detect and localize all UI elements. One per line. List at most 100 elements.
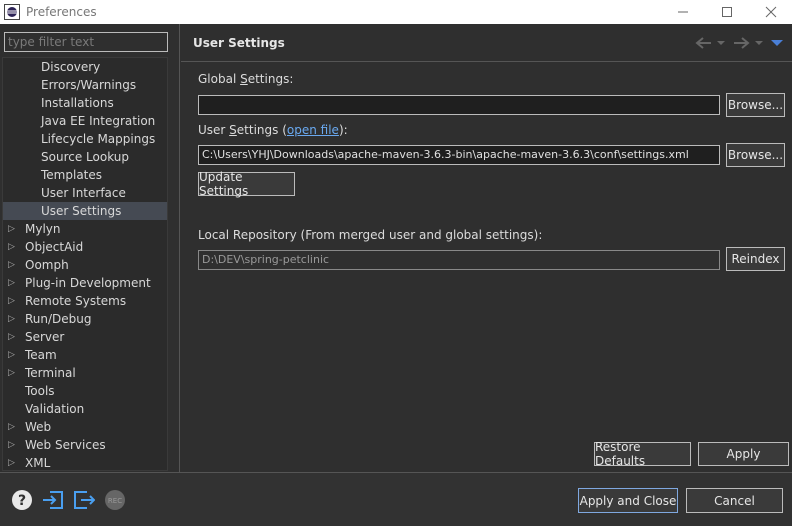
user-settings-field[interactable]: C:\Users\YHJ\Downloads\apache-maven-3.6.… xyxy=(198,145,720,165)
close-button[interactable] xyxy=(748,0,792,24)
tree-item[interactable]: Validation xyxy=(3,400,167,418)
expand-arrow-icon[interactable]: ▷ xyxy=(8,328,15,346)
minimize-icon xyxy=(678,11,688,13)
close-icon xyxy=(765,6,777,18)
tree-item[interactable]: ▷ Remote Systems xyxy=(3,292,167,310)
reindex-button[interactable]: Reindex xyxy=(726,247,785,271)
tree-item[interactable]: ▷ XML xyxy=(3,454,167,470)
restore-defaults-button[interactable]: Restore Defaults xyxy=(594,440,691,468)
tree-item-label: Plug-in Development xyxy=(25,276,151,290)
user-browse-button[interactable]: Browse... xyxy=(726,143,785,167)
global-browse-button[interactable]: Browse... xyxy=(726,93,785,117)
expand-arrow-icon[interactable]: ▷ xyxy=(8,256,15,274)
tree-item[interactable]: Templates xyxy=(3,166,167,184)
tree-item[interactable]: Discovery xyxy=(3,58,167,76)
expand-arrow-icon[interactable]: ▷ xyxy=(8,310,15,328)
export-icon xyxy=(74,491,95,509)
tree-item-label: Web xyxy=(25,420,52,434)
apply-button[interactable]: Apply xyxy=(698,442,789,466)
tree-item-label: Terminal xyxy=(25,366,76,380)
settings-page: User Settings Global Settings: Browse...… xyxy=(181,24,792,472)
import-button[interactable] xyxy=(42,489,64,511)
tree-item[interactable]: User Interface xyxy=(3,184,167,202)
svg-text:REC: REC xyxy=(108,497,122,505)
tree-item-label: Discovery xyxy=(41,60,101,74)
view-menu-button[interactable] xyxy=(771,34,783,52)
user-settings-label: User Settings (open file): xyxy=(198,123,348,137)
expand-arrow-icon[interactable]: ▷ xyxy=(8,238,15,256)
tree-item-label: Validation xyxy=(25,402,85,416)
local-repository-field: D:\DEV\spring-petclinic xyxy=(198,250,720,270)
cancel-button[interactable]: Cancel xyxy=(686,488,783,513)
maximize-button[interactable] xyxy=(704,0,750,24)
tree-scrollbar[interactable] xyxy=(169,57,179,471)
chevron-down-icon xyxy=(755,41,763,45)
page-title: User Settings xyxy=(193,36,285,50)
back-arrow-icon xyxy=(695,37,711,49)
tree-item-label: Java EE Integration xyxy=(41,114,156,128)
forward-button[interactable] xyxy=(732,34,750,52)
record-icon: REC xyxy=(105,490,125,510)
tree-item[interactable]: ▷ Oomph xyxy=(3,256,167,274)
expand-arrow-icon[interactable]: ▷ xyxy=(8,436,15,454)
global-settings-field[interactable] xyxy=(198,95,720,115)
tree-item-label: Tools xyxy=(25,384,55,398)
tree-item[interactable]: ▷ Web Services xyxy=(3,436,167,454)
filter-input[interactable] xyxy=(4,32,168,52)
tree-item[interactable]: Lifecycle Mappings xyxy=(3,130,167,148)
tree-item[interactable]: Errors/Warnings xyxy=(3,76,167,94)
back-dropdown[interactable] xyxy=(717,34,725,52)
tree-item-label: Server xyxy=(25,330,65,344)
tree-item-label: XML xyxy=(25,456,51,470)
tree-item-label: Run/Debug xyxy=(25,312,92,326)
tree-item-label: Lifecycle Mappings xyxy=(41,132,156,146)
tree-item[interactable]: Installations xyxy=(3,94,167,112)
page-header: User Settings xyxy=(181,24,792,62)
tree-item[interactable]: ▷ ObjectAid xyxy=(3,238,167,256)
tree-item-label: Installations xyxy=(41,96,114,110)
maximize-icon xyxy=(722,7,732,17)
tree-item-label: Remote Systems xyxy=(25,294,127,308)
export-button[interactable] xyxy=(73,489,95,511)
tree-item[interactable]: ▷ Team xyxy=(3,346,167,364)
record-button[interactable]: REC xyxy=(104,489,126,511)
expand-arrow-icon[interactable]: ▷ xyxy=(8,292,15,310)
help-button[interactable]: ? xyxy=(11,489,33,511)
tree-item-label: Mylyn xyxy=(25,222,61,236)
update-settings-button[interactable]: Update Settings xyxy=(198,170,295,198)
apply-and-close-button[interactable]: Apply and Close xyxy=(578,488,678,513)
tree-item[interactable]: Tools xyxy=(3,382,167,400)
expand-arrow-icon[interactable]: ▷ xyxy=(8,418,15,436)
back-button[interactable] xyxy=(695,34,713,52)
forward-arrow-icon xyxy=(734,37,750,49)
tree-item-label: Errors/Warnings xyxy=(41,78,137,92)
expand-arrow-icon[interactable]: ▷ xyxy=(8,346,15,364)
help-icon: ? xyxy=(12,490,32,510)
tree-item[interactable]: ▷ Web xyxy=(3,418,167,436)
tree-item[interactable]: Source Lookup xyxy=(3,148,167,166)
chevron-down-icon xyxy=(717,41,725,45)
preferences-tree-panel: Discovery Errors/Warnings Installations Jav… xyxy=(0,24,180,472)
window-title: Preferences xyxy=(26,5,97,19)
expand-arrow-icon[interactable]: ▷ xyxy=(8,220,15,238)
tree-item[interactable]: ▷ Server xyxy=(3,328,167,346)
tree-item[interactable]: ▷ Plug-in Development xyxy=(3,274,167,292)
tree-item[interactable]: ▷ Mylyn xyxy=(3,220,167,238)
tree-item[interactable]: User Settings xyxy=(3,202,167,220)
minimize-button[interactable] xyxy=(660,0,706,24)
import-icon xyxy=(43,491,63,509)
local-repository-label: Local Repository (From merged user and g… xyxy=(198,228,543,242)
tree-item[interactable]: ▷ Run/Debug xyxy=(3,310,167,328)
forward-dropdown[interactable] xyxy=(755,34,763,52)
tree-item[interactable]: ▷ Terminal xyxy=(3,364,167,382)
open-file-link[interactable]: open file xyxy=(287,123,339,137)
expand-arrow-icon[interactable]: ▷ xyxy=(8,364,15,382)
expand-arrow-icon[interactable]: ▷ xyxy=(8,454,15,470)
tree-item-label: ObjectAid xyxy=(25,240,84,254)
title-bar: Preferences xyxy=(0,0,792,24)
tree-item-label: Oomph xyxy=(25,258,69,272)
tree-item-label: Templates xyxy=(41,168,103,182)
tree-item[interactable]: Java EE Integration xyxy=(3,112,167,130)
expand-arrow-icon[interactable]: ▷ xyxy=(8,274,15,292)
dialog-button-bar: ? REC Apply and Close Cancel xyxy=(0,472,792,526)
